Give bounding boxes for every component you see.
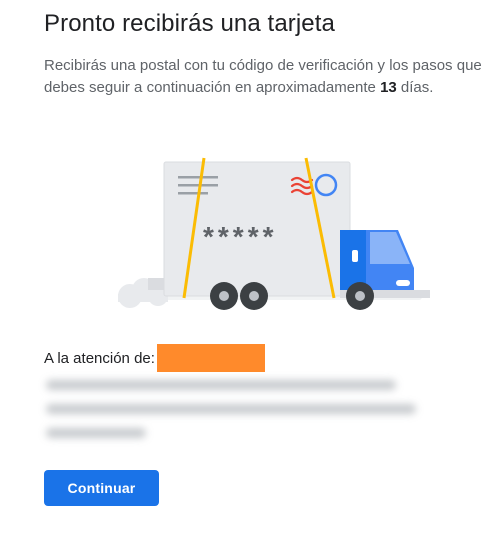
recipient-label: A la atención de: bbox=[44, 349, 155, 367]
page-title: Pronto recibirás una tarjeta bbox=[44, 10, 335, 37]
wheel bbox=[240, 282, 268, 310]
description-text-after: días. bbox=[396, 79, 434, 96]
wheel bbox=[210, 282, 238, 310]
blurred-address bbox=[42, 372, 462, 446]
wheel bbox=[346, 282, 374, 310]
card-line bbox=[178, 184, 218, 187]
verification-card-page: Pronto recibirás una tarjeta Recibirás u… bbox=[0, 0, 502, 534]
verification-code-mask: ***** bbox=[203, 221, 277, 252]
days-count: 13 bbox=[380, 79, 397, 96]
recipient-row: A la atención de: bbox=[44, 344, 265, 372]
card-line bbox=[178, 192, 208, 195]
continue-button[interactable]: Continuar bbox=[44, 470, 159, 506]
redacted-recipient-name bbox=[156, 344, 265, 372]
description-text: Recibirás una postal con tu código de ve… bbox=[44, 55, 494, 99]
delivery-truck-illustration: ***** bbox=[118, 157, 430, 310]
card-line bbox=[178, 176, 218, 179]
